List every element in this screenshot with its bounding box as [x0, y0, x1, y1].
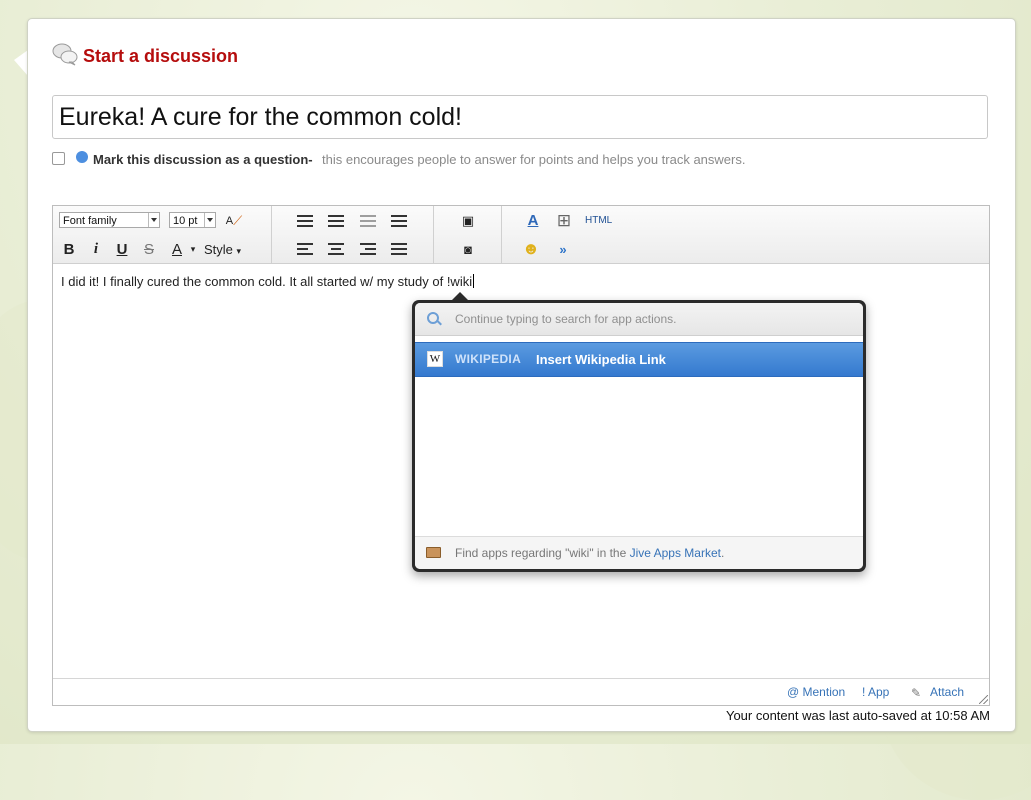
bold-button[interactable]: B: [59, 239, 79, 259]
app-search-bar: Continue typing to search for app action…: [415, 303, 863, 336]
font-family-value: Font family: [63, 215, 117, 227]
italic-button[interactable]: i: [86, 239, 106, 259]
editor-body[interactable]: I did it! I finally cured the common col…: [61, 274, 475, 289]
link-icon[interactable]: A: [523, 210, 543, 230]
editor-footer: @ Mention ! App ✎ Attach: [53, 678, 989, 705]
toolbar-divider: [271, 206, 272, 263]
result-app-name: WIKIPEDIA: [455, 352, 522, 366]
discussion-bubbles-icon: [52, 43, 78, 66]
wikipedia-result-item[interactable]: W WIKIPEDIA Insert Wikipedia Link: [415, 342, 863, 377]
indent-icon[interactable]: [389, 211, 409, 231]
font-family-select[interactable]: Font family: [59, 212, 160, 228]
question-icon: [76, 151, 88, 163]
text-caret: [473, 274, 475, 288]
video-icon[interactable]: ▣: [458, 211, 478, 231]
toolbar-divider: [433, 206, 434, 263]
numbered-list-icon[interactable]: [326, 211, 346, 231]
editor-toolbar: Font family 10 pt A ⟋ B i U S A ▾ Style ▾…: [53, 206, 989, 264]
speech-tail: [14, 50, 28, 76]
chevron-down-icon: [148, 213, 159, 227]
more-options-icon[interactable]: »: [553, 239, 573, 259]
market-hint-text: Find apps regarding "wiki" in the: [455, 546, 630, 560]
align-center-icon[interactable]: [326, 239, 346, 259]
outdent-icon[interactable]: [358, 211, 378, 231]
app-search-hint: Continue typing to search for app action…: [455, 312, 677, 326]
question-hint: this encourages people to answer for poi…: [322, 152, 746, 167]
html-button[interactable]: HTML: [585, 215, 612, 226]
style-label: Style: [204, 242, 233, 257]
editor-text: I did it! I finally cured the common col…: [61, 274, 473, 289]
market-hint-end: .: [720, 546, 725, 560]
justify-icon[interactable]: [389, 239, 409, 259]
paperclip-icon: ✎: [911, 686, 922, 700]
table-icon[interactable]: ⊞: [554, 211, 574, 231]
strikethrough-button[interactable]: S: [139, 239, 159, 259]
bullet-list-icon[interactable]: [295, 211, 315, 231]
autosave-status: Your content was last auto-saved at 10:5…: [725, 708, 990, 723]
market-bag-icon: [426, 547, 441, 558]
style-dropdown[interactable]: Style ▾: [204, 242, 241, 257]
chevron-down-icon: ▾: [236, 246, 242, 256]
camera-icon[interactable]: ◙: [458, 239, 478, 259]
result-action-label: Insert Wikipedia Link: [536, 352, 666, 367]
page-title: Start a discussion: [83, 46, 239, 66]
question-checkbox[interactable]: [52, 152, 65, 165]
chevron-down-icon: [204, 213, 215, 227]
mention-link[interactable]: @ Mention: [787, 685, 845, 699]
search-icon: [427, 312, 439, 324]
question-label: Mark this discussion as a question-: [93, 152, 313, 167]
clear-format-icon[interactable]: A ⟋: [224, 211, 244, 231]
jive-apps-market-link[interactable]: Jive Apps Market: [630, 546, 721, 560]
app-actions-popup: Continue typing to search for app action…: [412, 292, 866, 572]
toolbar-divider: [501, 206, 502, 263]
wikipedia-logo-icon: W: [427, 351, 443, 367]
attach-link[interactable]: Attach: [930, 685, 964, 699]
font-size-select[interactable]: 10 pt: [169, 212, 216, 228]
align-left-icon[interactable]: [295, 239, 315, 259]
font-color-chevron-icon[interactable]: ▾: [183, 239, 203, 259]
align-right-icon[interactable]: [358, 239, 378, 259]
emoticon-icon[interactable]: ☻: [521, 239, 541, 259]
font-size-value: 10 pt: [173, 215, 198, 227]
subject-input[interactable]: Eureka! A cure for the common cold!: [52, 95, 988, 139]
app-link[interactable]: ! App: [862, 685, 889, 699]
resize-handle[interactable]: [979, 695, 988, 704]
popup-footer: Find apps regarding "wiki" in the Jive A…: [415, 536, 863, 569]
underline-button[interactable]: U: [112, 239, 132, 259]
